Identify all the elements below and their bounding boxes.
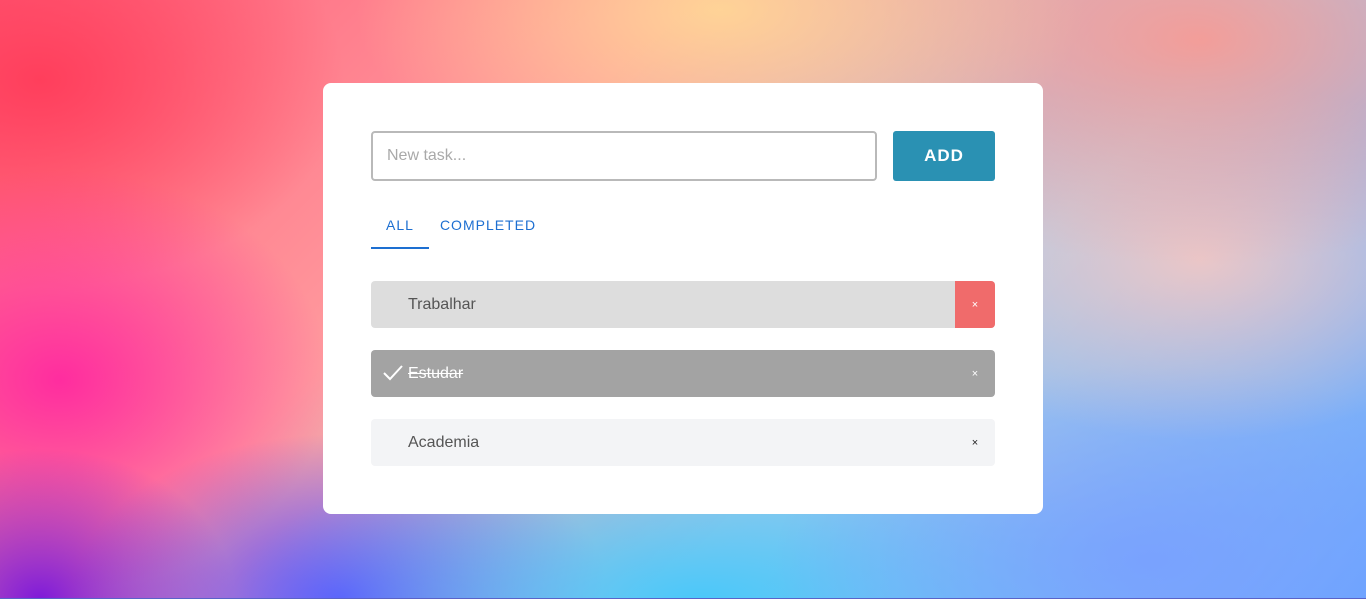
check-icon: [383, 365, 403, 381]
new-task-row: ADD: [371, 131, 995, 181]
tab-all[interactable]: ALL: [371, 201, 429, 249]
close-icon: ×: [971, 298, 979, 311]
delete-task-button[interactable]: ×: [955, 350, 995, 397]
tab-all-label: ALL: [386, 217, 414, 233]
tab-completed-label: COMPLETED: [439, 217, 537, 233]
close-icon: ×: [971, 367, 979, 380]
task-item-estudar[interactable]: Estudar ×: [371, 350, 995, 397]
active-tab-indicator: [371, 247, 429, 249]
task-label: Academia: [408, 433, 480, 451]
task-label: Estudar: [408, 364, 464, 382]
task-item-trabalhar[interactable]: Trabalhar ×: [371, 281, 995, 328]
task-item-academia[interactable]: Academia ×: [371, 419, 995, 466]
tab-completed[interactable]: COMPLETED: [429, 201, 547, 249]
todo-card: ADD ALL COMPLETED Trabalhar × Estudar × …: [323, 83, 1043, 514]
new-task-input[interactable]: [371, 131, 877, 181]
task-label: Trabalhar: [408, 295, 476, 313]
close-icon: ×: [971, 436, 979, 449]
delete-task-button[interactable]: ×: [955, 419, 995, 466]
delete-task-button[interactable]: ×: [955, 281, 995, 328]
add-button[interactable]: ADD: [893, 131, 995, 181]
